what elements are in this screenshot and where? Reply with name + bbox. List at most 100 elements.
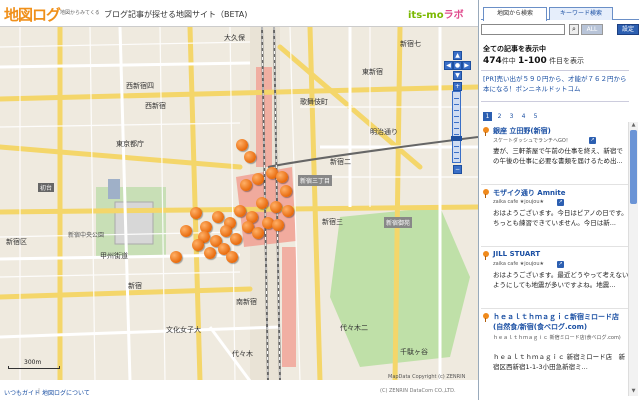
- footer-about-link[interactable]: 地図ログについて: [42, 388, 90, 397]
- search-icon[interactable]: ⌕: [569, 24, 579, 35]
- map-label-nishi-shinjuku-4: 西新宿四: [126, 82, 154, 90]
- article-pin[interactable]: [192, 239, 204, 251]
- count-unit: 件中: [501, 57, 516, 65]
- result-excerpt: おはようございます。最近どうやって考えないようにしても地震が多いですよね。地震.…: [493, 271, 629, 289]
- result-blog-name[interactable]: zaika cafe ★joujou★: [493, 261, 544, 267]
- search-row: ⌕ ALL 設定: [481, 24, 639, 36]
- article-pin[interactable]: [230, 233, 242, 245]
- map-label-shinjuku-2: 新宿二: [330, 158, 351, 166]
- external-link-icon[interactable]: ↗: [557, 199, 564, 206]
- result-blog-name[interactable]: ｈｅａｌｔｈｍａｇｉｃ 新宿ミロード店(食べログ.com): [493, 334, 623, 342]
- article-pin[interactable]: [280, 185, 292, 197]
- result-excerpt: おはようございます。今日はピアノの日です。ちっとも練習できていません。今日は新.…: [493, 209, 628, 227]
- article-pin[interactable]: [270, 201, 282, 213]
- partner-logo-left: its-mo: [408, 10, 444, 21]
- article-pin[interactable]: [180, 225, 192, 237]
- pan-down-icon[interactable]: ▼: [453, 71, 462, 80]
- article-pin[interactable]: [234, 205, 246, 217]
- result-blog-name[interactable]: スケートダッシュでランチへGO！: [493, 137, 571, 144]
- tab-map-search[interactable]: 地図から検索: [483, 7, 547, 21]
- zoom-slider[interactable]: [451, 91, 462, 163]
- map-label-gyoen: 新宿御苑: [384, 217, 413, 228]
- page-3-link[interactable]: 3: [507, 112, 516, 121]
- article-pin[interactable]: [212, 211, 224, 223]
- page-5-link[interactable]: 5: [531, 112, 540, 121]
- map-label-yoyogi-2: 代々木二: [340, 324, 368, 332]
- map-copyright: MapData Copyright (c) ZENRIN: [388, 374, 466, 380]
- results-list: 銀座 立田野(新宿) スケートダッシュでランチへGO！ ↗ 妻が、三軒茶屋で午前…: [481, 126, 631, 396]
- map-pin-icon[interactable]: [483, 251, 489, 260]
- search-input[interactable]: [481, 24, 565, 35]
- result-title[interactable]: 銀座 立田野(新宿): [493, 126, 551, 136]
- partner-logo[interactable]: its-moラボ: [408, 6, 464, 21]
- scroll-up-icon[interactable]: ▲: [630, 122, 637, 129]
- tab-keyword-search[interactable]: キーワード検索: [549, 7, 613, 20]
- ad-link[interactable]: [PR]売い出が５９０円から、才能が７６２円から本になる！ポンニネルドットコム: [481, 70, 629, 102]
- article-pin[interactable]: [236, 139, 248, 151]
- article-pin[interactable]: [226, 251, 238, 263]
- map-label-hatsudai: 初台: [38, 183, 55, 192]
- article-pin[interactable]: [240, 179, 252, 191]
- list-item: 銀座 立田野(新宿) スケートダッシュでランチへGO！ ↗ 妻が、三軒茶屋で午前…: [481, 126, 631, 186]
- article-pin[interactable]: [282, 205, 294, 217]
- article-pin[interactable]: [170, 251, 182, 263]
- header: 地図ログ 地図からみてくる ブログ記事が探せる地図サイト（BETA) its-m…: [0, 0, 478, 26]
- result-title[interactable]: モザイク通り Amnite: [493, 188, 566, 198]
- result-excerpt: 妻が、三軒茶屋で午前の仕事を終え、新宿での午後の仕事に必要な書類を届けるため出.…: [493, 147, 623, 165]
- article-pin[interactable]: [276, 171, 288, 183]
- list-item: ｈｅａｌｔｈｍａｇｉｃ新宿ミロード店(自然食/新宿(食べログ.com) ｈｅａｌ…: [481, 312, 631, 396]
- page-1-link[interactable]: 1: [483, 112, 492, 121]
- count-line: 474件中 1-100 件目を表示: [483, 56, 584, 66]
- result-blog-name[interactable]: zaika cafe ★joujou★: [493, 199, 544, 205]
- pan-up-icon[interactable]: ▲: [453, 51, 462, 60]
- map-label-area-east: 新宿七: [400, 40, 421, 48]
- map-pin-icon[interactable]: [483, 189, 489, 198]
- count-title: 全ての記事を表示中: [483, 45, 546, 53]
- map-label-bunka: 文化女子大: [166, 326, 201, 334]
- map-label-sendagaya: 千駄ヶ谷: [400, 348, 428, 356]
- map-scale: 300m: [8, 359, 60, 369]
- zoom-slider-thumb[interactable]: [451, 136, 462, 141]
- count-total: 474: [483, 56, 502, 66]
- settings-button[interactable]: 設定: [617, 24, 639, 35]
- count-suffix: 件目を表示: [549, 57, 585, 65]
- article-pin[interactable]: [204, 247, 216, 259]
- map-label-kabukicho: 歌舞伎町: [300, 98, 328, 106]
- page-2-link[interactable]: 2: [495, 112, 504, 121]
- external-link-icon[interactable]: ↗: [589, 137, 596, 144]
- article-pin[interactable]: [244, 151, 256, 163]
- page-4-link[interactable]: 4: [519, 112, 528, 121]
- map-canvas[interactable]: 西新宿 西新宿四 初台 東京都庁 新宿中央公園 新宿区 新宿 新宿三 新宿御苑 …: [0, 26, 478, 380]
- footer-copyright: (C) ZENRIN DataCom CO.,LTD.: [380, 388, 456, 394]
- article-pin[interactable]: [272, 219, 284, 231]
- map-pin-icon[interactable]: [483, 313, 489, 322]
- site-logo[interactable]: 地図ログ: [4, 4, 61, 25]
- count-range: 1-100: [518, 56, 547, 66]
- article-pin[interactable]: [190, 207, 202, 219]
- list-item: モザイク通り Amnite zaika cafe ★joujou★ ↗ おはよう…: [481, 188, 631, 248]
- app-root: 地図ログ 地図からみてくる ブログ記事が探せる地図サイト（BETA) its-m…: [0, 0, 640, 400]
- pan-right-icon[interactable]: ▶: [462, 61, 471, 70]
- results-scrollbar[interactable]: ▲ ▼: [628, 122, 638, 396]
- article-pin[interactable]: [252, 173, 264, 185]
- zoom-in-button[interactable]: +: [453, 82, 462, 91]
- pan-center-icon[interactable]: ●: [453, 61, 462, 70]
- scroll-down-icon[interactable]: ▼: [630, 388, 637, 395]
- map-label-meiji: 明治通り: [370, 128, 398, 136]
- result-title[interactable]: ｈｅａｌｔｈｍａｇｉｃ新宿ミロード店(自然食/新宿(食べログ.com): [493, 312, 629, 332]
- map-pin-icon[interactable]: [483, 127, 489, 136]
- logo-subtitle: 地図からみてくる: [60, 10, 100, 16]
- article-pin[interactable]: [256, 197, 268, 209]
- divider: [481, 308, 631, 309]
- map-label-minami-shinjuku: 南新宿: [236, 298, 257, 306]
- pan-left-icon[interactable]: ◀: [444, 61, 453, 70]
- divider: [481, 184, 631, 185]
- scrollbar-thumb[interactable]: [630, 130, 637, 204]
- footer-guide-link[interactable]: いつもガイド: [4, 388, 40, 397]
- all-button[interactable]: ALL: [581, 24, 603, 35]
- article-pin[interactable]: [252, 227, 264, 239]
- result-title[interactable]: JILL STUART: [493, 250, 540, 258]
- zoom-out-button[interactable]: −: [453, 165, 462, 174]
- external-link-icon[interactable]: ↗: [557, 261, 564, 268]
- result-excerpt: ｈｅａｌｔｈｍａｇｉｃ 新宿ミロード店 新宿区西新宿1-1-3小田急新宿ミ...: [493, 353, 626, 371]
